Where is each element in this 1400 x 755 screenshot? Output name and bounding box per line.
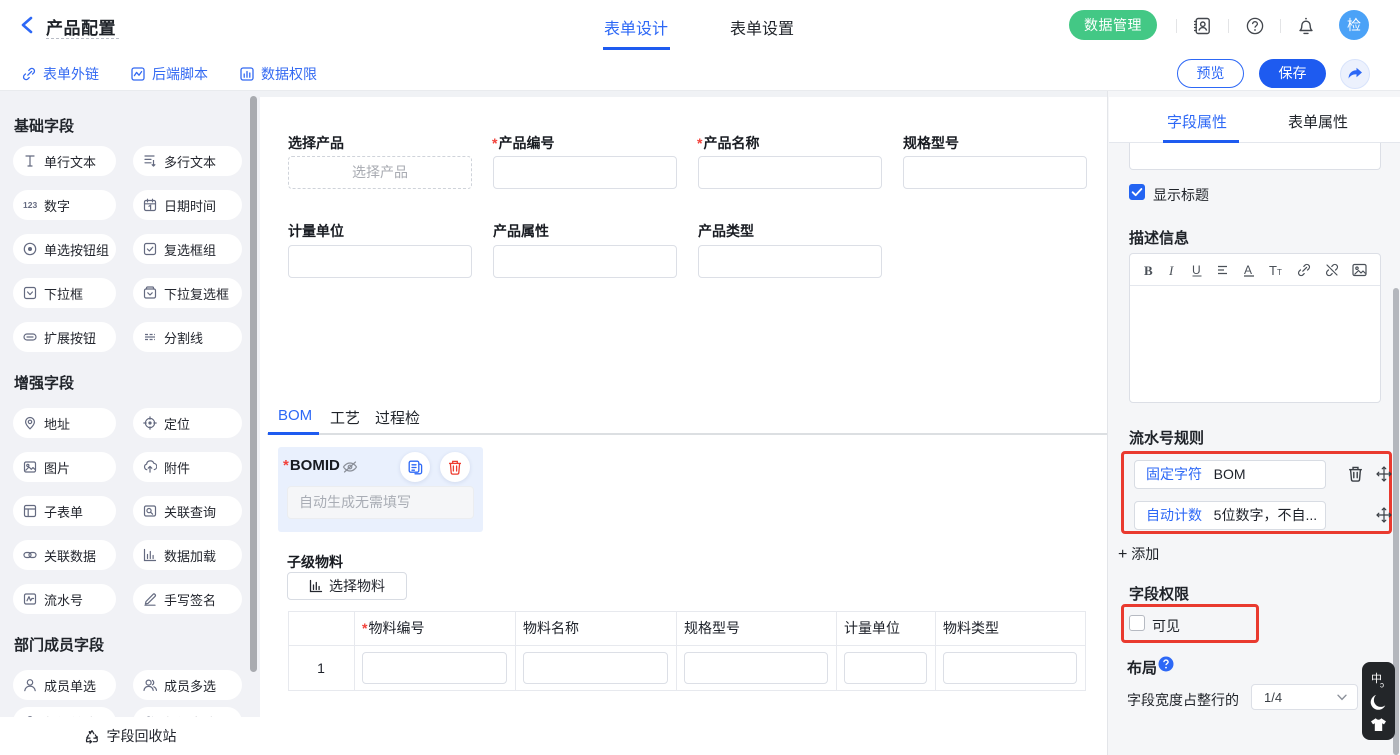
svg-text:A: A [1244,263,1252,277]
svg-text:U: U [1192,263,1201,277]
svg-text:B: B [1144,263,1153,277]
svg-text:T: T [1269,263,1277,277]
svg-text:I: I [1169,263,1174,277]
svg-text:T: T [1277,268,1282,277]
svg-text:123: 123 [23,200,37,210]
svg-text:ɔ: ɔ [1380,680,1384,688]
